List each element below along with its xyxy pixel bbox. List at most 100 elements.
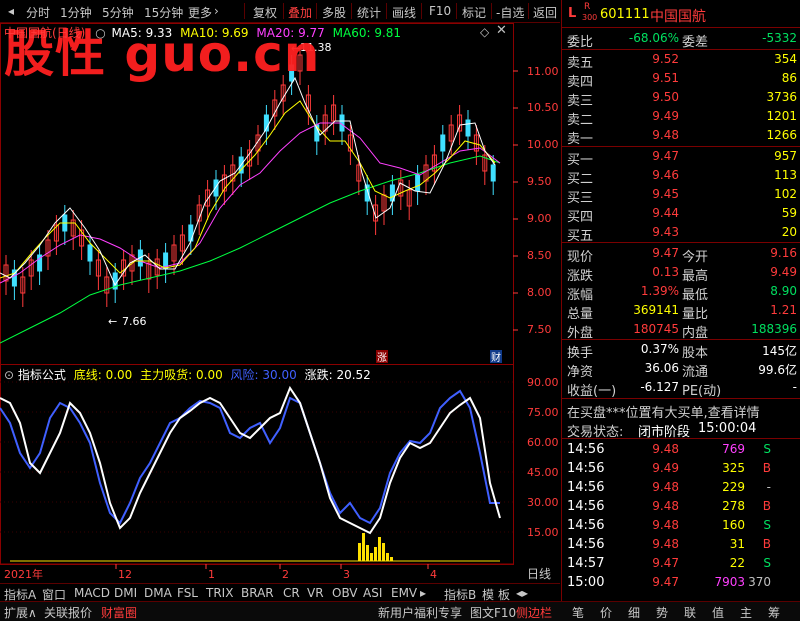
tab-shi[interactable]: 势: [656, 604, 668, 621]
news-ticker[interactable]: 新用户福利专享: [378, 604, 462, 621]
tick-volume: 22: [729, 556, 745, 570]
stat-label: 最高: [682, 269, 709, 284]
order-notice[interactable]: 在买盘***位置有大买单,查看详情: [567, 402, 760, 421]
ask-price[interactable]: 9.49: [652, 109, 679, 123]
tick-side: B: [762, 537, 771, 551]
indicator-zhangdie: 涨跌: 20.52: [304, 368, 371, 382]
tab-vr[interactable]: VR: [307, 586, 324, 600]
tick-side: 370: [748, 575, 771, 589]
chart-title: 中国国航(日线): [4, 26, 86, 40]
stat-label: 现价: [567, 250, 594, 265]
f10-button[interactable]: 图文F10: [470, 604, 516, 621]
ask-volume: 354: [774, 52, 797, 66]
candle-body: [87, 244, 93, 262]
related-quote-button[interactable]: 关联报价: [44, 604, 92, 621]
y-tick-label: 9.00: [527, 212, 552, 225]
bid-price[interactable]: 9.43: [652, 225, 679, 239]
tab-lian[interactable]: 联: [684, 604, 696, 621]
bid-price[interactable]: 9.44: [652, 206, 679, 220]
candle-body: [490, 164, 496, 182]
y-tick-label: 11.00: [527, 65, 559, 78]
tick-volume: 160: [722, 518, 745, 532]
candle-body: [465, 119, 471, 137]
bid-label: 买二: [567, 172, 594, 187]
tab-asi[interactable]: ASI: [363, 586, 382, 600]
ask-volume: 1201: [766, 109, 797, 123]
bid-price[interactable]: 9.45: [652, 187, 679, 201]
bid-price[interactable]: 9.47: [652, 149, 679, 163]
stat-value: 145亿: [762, 344, 797, 358]
l-badge: L: [568, 6, 577, 21]
expand-button[interactable]: 扩展∧: [4, 604, 37, 621]
close-icon[interactable]: ✕: [496, 23, 507, 38]
tab-dma[interactable]: DMA: [144, 586, 172, 600]
trade-status-time: 15:00:04: [698, 421, 757, 436]
ask-price[interactable]: 9.51: [652, 71, 679, 85]
tick-price: 9.48: [652, 499, 679, 513]
sidebar-toggle-button[interactable]: 侧边栏: [516, 604, 552, 621]
tab-obv[interactable]: OBV: [332, 586, 358, 600]
tick-side: B: [762, 499, 771, 513]
indicator-blue-line: [0, 389, 500, 525]
y-tick-label: 45.00: [527, 466, 559, 479]
tab-scroll-arrows-icon[interactable]: ◂▸: [516, 586, 528, 600]
y-tick-label: 75.00: [527, 406, 559, 419]
tab-zhu[interactable]: 主: [740, 604, 752, 621]
ask-price[interactable]: 9.52: [652, 52, 679, 66]
stat-label: 量比: [682, 307, 709, 322]
tab-emv[interactable]: EMV: [391, 586, 417, 600]
ask-volume: 3736: [766, 90, 797, 104]
y-tick-label: 90.00: [527, 376, 559, 389]
tab-brar[interactable]: BRAR: [241, 586, 274, 600]
y-tick-label: 8.00: [527, 286, 552, 299]
diamond-icon[interactable]: ◇: [480, 25, 489, 39]
ask-price[interactable]: 9.50: [652, 90, 679, 104]
stat-value: 188396: [751, 322, 797, 336]
tab-xi[interactable]: 细: [628, 604, 640, 621]
stat-value: 180745: [633, 322, 679, 336]
bid-price[interactable]: 9.46: [652, 168, 679, 182]
main-y-axis: 11.00 10.50 10.00 9.50 9.00 8.50 8.00 7.…: [527, 65, 559, 336]
indicator-white-line: [0, 385, 501, 535]
stat-value: 369141: [633, 303, 679, 317]
tab-macd[interactable]: MACD: [74, 586, 110, 600]
ma5-label: MA5: 9.33: [111, 26, 173, 40]
weicha-label: 委差: [682, 35, 709, 50]
tick-volume: 31: [729, 537, 745, 551]
low-price-label: 7.66: [122, 315, 147, 328]
toolbar-duogu[interactable]: 多股: [322, 4, 346, 21]
toolbar-biaoji[interactable]: 标记: [462, 4, 486, 21]
toolbar-fanhui[interactable]: 返回: [533, 4, 557, 21]
indicator-fengxian: 风险: 30.00: [230, 368, 297, 382]
stat-value: 9.47: [652, 246, 679, 260]
caifu-circle-button[interactable]: 财富圈: [101, 604, 137, 621]
tab-trix[interactable]: TRIX: [206, 586, 233, 600]
ask-label: 卖三: [567, 94, 594, 109]
tick-time: 15:00: [567, 575, 605, 590]
toolbar-zixuan[interactable]: -自选: [496, 4, 524, 21]
bid-label: 买一: [567, 153, 594, 168]
tab-jia[interactable]: 价: [600, 604, 612, 621]
tab-chou[interactable]: 筹: [768, 604, 780, 621]
tab-zhi[interactable]: 值: [712, 604, 724, 621]
tab-cr[interactable]: CR: [283, 586, 300, 600]
ma20-label: MA20: 9.77: [256, 26, 325, 40]
ask-price[interactable]: 9.48: [652, 128, 679, 142]
date-label: 1: [208, 568, 215, 581]
ma5-line: [0, 76, 496, 287]
date-label: 2021年: [4, 567, 43, 581]
toolbar-f10[interactable]: F10: [429, 4, 451, 18]
quote-panel: L R 300 601111 中国国航 委比 -68.06% 委差 -5332 …: [561, 0, 800, 620]
tab-dmi[interactable]: DMI: [114, 586, 137, 600]
indicator-collapse-icon[interactable]: ⊙: [4, 368, 14, 382]
tab-arrow-icon[interactable]: ▸: [420, 586, 426, 600]
tab-bi[interactable]: 笔: [572, 604, 584, 621]
tick-time: 14:56: [567, 461, 605, 476]
ask-volume: 86: [781, 71, 797, 85]
indicator-name[interactable]: 指标公式: [18, 368, 66, 382]
toolbar-tongji[interactable]: 统计: [357, 4, 381, 21]
tab-fsl[interactable]: FSL: [177, 586, 198, 600]
cai-badge-label: 财: [491, 351, 501, 364]
tick-time: 14:56: [567, 537, 605, 552]
toolbar-huaxian[interactable]: 画线: [392, 4, 416, 21]
